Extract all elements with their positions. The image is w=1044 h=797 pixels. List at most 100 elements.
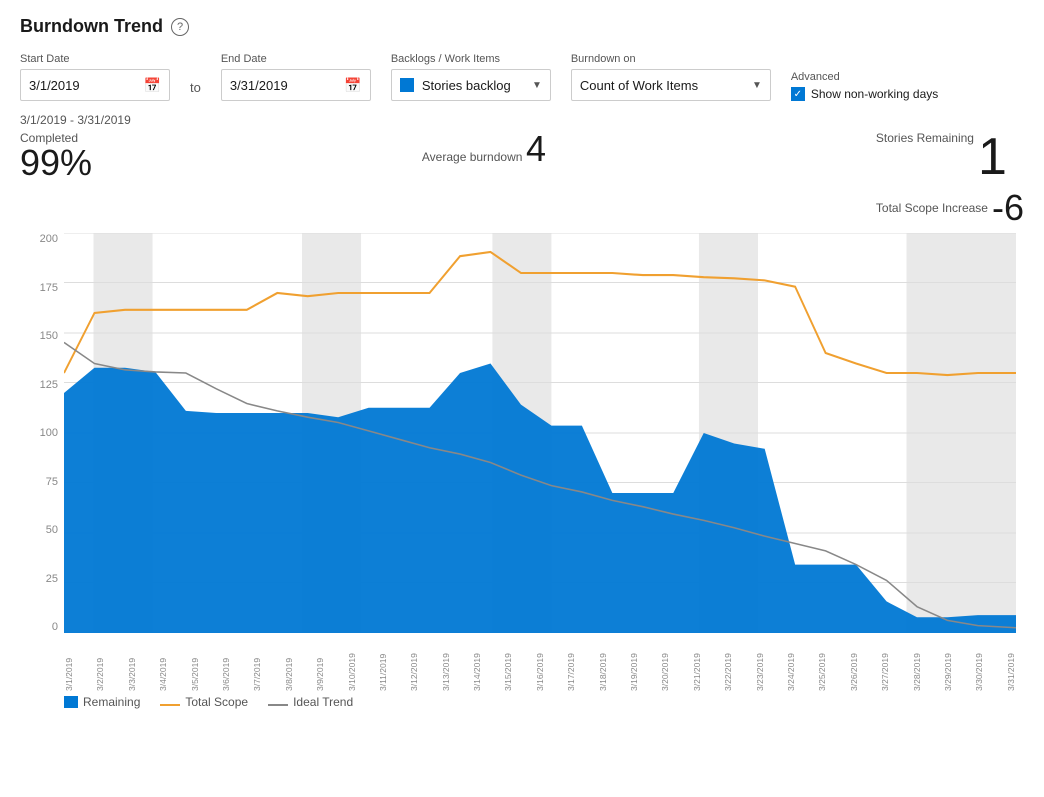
chart-container: 200 175 150 125 100 75 50 25 0: [20, 233, 1024, 693]
start-date-input[interactable]: 3/1/2019 📅: [20, 69, 170, 101]
x-label-13: 3/14/2019: [472, 639, 482, 691]
title-row: Burndown Trend ?: [20, 16, 1024, 37]
end-date-group: End Date 3/31/2019 📅: [221, 53, 371, 101]
x-label-9: 3/10/2019: [347, 639, 357, 691]
x-axis: 3/1/2019 3/2/2019 3/3/2019 3/4/2019 3/5/…: [64, 633, 1016, 693]
legend-remaining: Remaining: [64, 695, 140, 709]
legend-total-scope-line: [160, 704, 180, 706]
y-label-0: 0: [52, 621, 58, 633]
show-nonworking-label: Show non-working days: [811, 87, 938, 101]
x-label-30: 3/31/2019: [1006, 639, 1016, 691]
start-date-value: 3/1/2019: [29, 78, 138, 93]
x-label-10: 3/11/2019: [378, 639, 388, 691]
chart-svg: [64, 233, 1016, 633]
legend-remaining-color: [64, 696, 78, 708]
avg-burndown-label: Average burndown: [422, 150, 523, 164]
chevron-down-icon-burndown: ▼: [752, 80, 762, 91]
start-date-label: Start Date: [20, 53, 170, 65]
x-label-20: 3/21/2019: [692, 639, 702, 691]
end-date-input[interactable]: 3/31/2019 📅: [221, 69, 371, 101]
x-label-21: 3/22/2019: [723, 639, 733, 691]
y-label-150: 150: [40, 330, 58, 342]
legend-remaining-label: Remaining: [83, 695, 140, 709]
stats-row: Completed 99% Average burndown 4 Stories…: [20, 131, 1024, 229]
x-label-14: 3/15/2019: [503, 639, 513, 691]
y-label-175: 175: [40, 282, 58, 294]
burndown-label: Burndown on: [571, 53, 771, 65]
chevron-down-icon: ▼: [532, 80, 542, 91]
controls-bar: Start Date 3/1/2019 📅 to End Date 3/31/2…: [20, 53, 1024, 101]
help-icon[interactable]: ?: [171, 18, 189, 36]
x-label-24: 3/25/2019: [817, 639, 827, 691]
start-date-group: Start Date 3/1/2019 📅: [20, 53, 170, 101]
stories-remaining-stat: Stories Remaining 1 Total Scope Increase…: [876, 131, 1024, 229]
total-scope-value: -6: [992, 187, 1024, 229]
stories-remaining-labels: Stories Remaining: [876, 131, 974, 145]
x-label-11: 3/12/2019: [409, 639, 419, 691]
to-label: to: [190, 80, 201, 101]
x-label-1: 3/2/2019: [95, 639, 105, 691]
y-label-75: 75: [46, 476, 58, 488]
x-label-25: 3/26/2019: [849, 639, 859, 691]
legend-total-scope-label: Total Scope: [185, 695, 248, 709]
legend-ideal-trend: Ideal Trend: [268, 695, 353, 709]
completed-stat: Completed 99%: [20, 131, 92, 181]
total-scope-label: Total Scope Increase: [876, 201, 988, 215]
show-nonworking-checkbox[interactable]: ✓: [791, 87, 805, 101]
backlog-dropdown[interactable]: Stories backlog ▼: [391, 69, 551, 101]
backlog-value: Stories backlog: [422, 78, 526, 93]
show-nonworking-row: ✓ Show non-working days: [791, 87, 938, 101]
date-range-display: 3/1/2019 - 3/31/2019: [20, 113, 1024, 127]
avg-burndown-stat: Average burndown 4: [422, 131, 546, 167]
y-label-25: 25: [46, 573, 58, 585]
burndown-group: Burndown on Count of Work Items ▼: [571, 53, 771, 101]
x-label-28: 3/29/2019: [943, 639, 953, 691]
advanced-group: Advanced ✓ Show non-working days: [791, 71, 938, 101]
end-date-value: 3/31/2019: [230, 78, 339, 93]
backlog-label: Backlogs / Work Items: [391, 53, 551, 65]
chart-area: [64, 233, 1016, 633]
x-label-2: 3/3/2019: [127, 639, 137, 691]
x-label-12: 3/13/2019: [441, 639, 451, 691]
y-label-50: 50: [46, 524, 58, 536]
burndown-dropdown[interactable]: Count of Work Items ▼: [571, 69, 771, 101]
stories-remaining-value: 1: [978, 131, 1007, 183]
legend-total-scope: Total Scope: [160, 695, 248, 709]
stories-remaining-label: Stories Remaining: [876, 131, 974, 145]
backlog-icon: [400, 78, 414, 92]
x-label-0: 3/1/2019: [64, 639, 74, 691]
x-label-4: 3/5/2019: [190, 639, 200, 691]
calendar-icon: 📅: [144, 77, 161, 94]
checkmark-icon: ✓: [794, 89, 802, 100]
advanced-label: Advanced: [791, 71, 938, 83]
x-label-6: 3/7/2019: [252, 639, 262, 691]
x-label-18: 3/19/2019: [629, 639, 639, 691]
calendar-icon-end: 📅: [344, 77, 361, 94]
legend-ideal-trend-label: Ideal Trend: [293, 695, 353, 709]
x-label-16: 3/17/2019: [566, 639, 576, 691]
stories-remaining-group: Stories Remaining 1: [876, 131, 1024, 183]
x-label-7: 3/8/2019: [284, 639, 294, 691]
burndown-page: Burndown Trend ? Start Date 3/1/2019 📅 t…: [0, 0, 1044, 725]
y-label-100: 100: [40, 427, 58, 439]
burndown-value: Count of Work Items: [580, 78, 746, 93]
x-label-5: 3/6/2019: [221, 639, 231, 691]
x-label-17: 3/18/2019: [598, 639, 608, 691]
backlog-group: Backlogs / Work Items Stories backlog ▼: [391, 53, 551, 101]
x-label-26: 3/27/2019: [880, 639, 890, 691]
x-label-3: 3/4/2019: [158, 639, 168, 691]
avg-burndown-value: 4: [526, 128, 546, 169]
x-label-8: 3/9/2019: [315, 639, 325, 691]
page-title: Burndown Trend: [20, 16, 163, 37]
y-axis: 200 175 150 125 100 75 50 25 0: [20, 233, 64, 633]
completed-value: 99%: [20, 145, 92, 181]
chart-legend: Remaining Total Scope Ideal Trend: [20, 695, 1024, 709]
x-label-27: 3/28/2019: [912, 639, 922, 691]
x-label-23: 3/24/2019: [786, 639, 796, 691]
legend-ideal-trend-line: [268, 704, 288, 706]
y-label-125: 125: [40, 379, 58, 391]
end-date-label: End Date: [221, 53, 371, 65]
y-label-200: 200: [40, 233, 58, 245]
x-label-29: 3/30/2019: [974, 639, 984, 691]
total-scope-stat: Total Scope Increase -6: [876, 187, 1024, 229]
